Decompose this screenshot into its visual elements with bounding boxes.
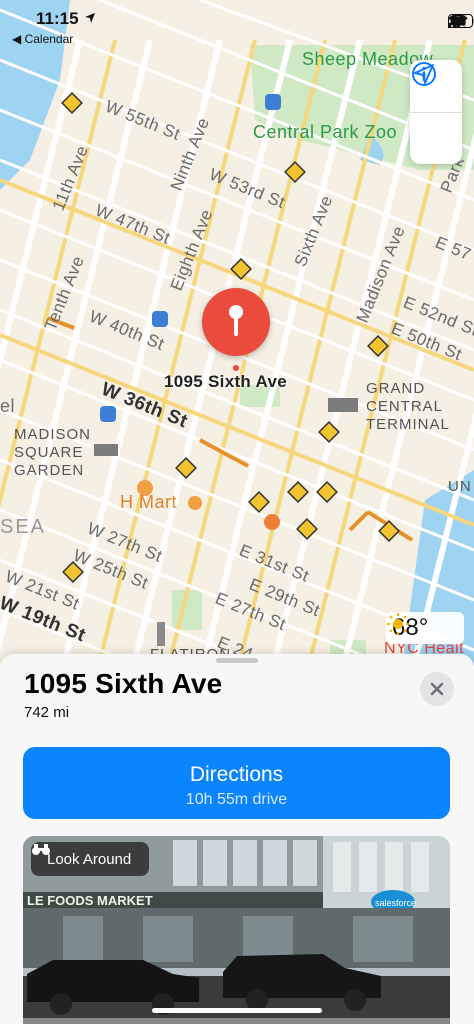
- back-app-label: Calendar: [24, 32, 74, 46]
- area-label: el: [0, 396, 16, 416]
- location-button[interactable]: [410, 64, 462, 164]
- status-bar: 11:15 ◀ Calendar: [0, 0, 474, 50]
- binoculars-icon: [32, 844, 50, 855]
- look-around-button[interactable]: Look Around: [31, 842, 150, 876]
- back-chevron-icon: ◀: [12, 32, 22, 46]
- poi-h-mart[interactable]: H Mart: [120, 492, 177, 513]
- area-label: SEA: [0, 516, 47, 538]
- place-distance: 742 mi: [24, 704, 70, 721]
- look-around-label: Look Around: [47, 850, 132, 868]
- directions-button[interactable]: Directions 10h 55m drive: [23, 747, 450, 819]
- poi-madison-square-garden[interactable]: MADISON SQUARE GARDEN: [14, 426, 91, 480]
- map-view[interactable]: W 55th St Ninth Ave W 53rd St 11th Ave W…: [0, 0, 474, 680]
- map-controls: [410, 60, 462, 164]
- directions-eta: 10h 55m drive: [185, 791, 288, 808]
- close-button[interactable]: [420, 672, 454, 706]
- home-indicator[interactable]: [152, 1008, 322, 1013]
- poi-un[interactable]: UN: [448, 478, 472, 496]
- location-arrow-icon: [414, 64, 434, 84]
- sheet-grabber[interactable]: [216, 658, 258, 663]
- close-icon: [430, 682, 444, 696]
- store-sign: salesforce: [375, 898, 416, 908]
- pin-label: 1095 Sixth Ave: [164, 372, 287, 391]
- weather-badge: 68°: [386, 612, 464, 644]
- battery-icon: [448, 14, 474, 28]
- location-services-icon: [85, 13, 95, 23]
- place-title: 1095 Sixth Ave: [24, 668, 223, 699]
- sun-icon: [387, 613, 409, 635]
- place-card[interactable]: 1095 Sixth Ave 742 mi Directions 10h 55m…: [0, 654, 474, 1024]
- pin-icon: [229, 305, 243, 336]
- poi-grand-central[interactable]: GRAND CENTRAL TERMINAL: [366, 380, 450, 434]
- park-label: Central Park Zoo: [253, 122, 398, 142]
- store-sign: LE FOODS MARKET: [27, 893, 153, 908]
- location-pin[interactable]: [202, 288, 270, 356]
- back-to-app-button[interactable]: ◀ Calendar: [12, 32, 73, 46]
- directions-label: Directions: [189, 763, 284, 786]
- status-time: 11:15: [36, 9, 79, 28]
- look-around-preview[interactable]: LE FOODS MARKET salesforce Look Around: [23, 836, 450, 1024]
